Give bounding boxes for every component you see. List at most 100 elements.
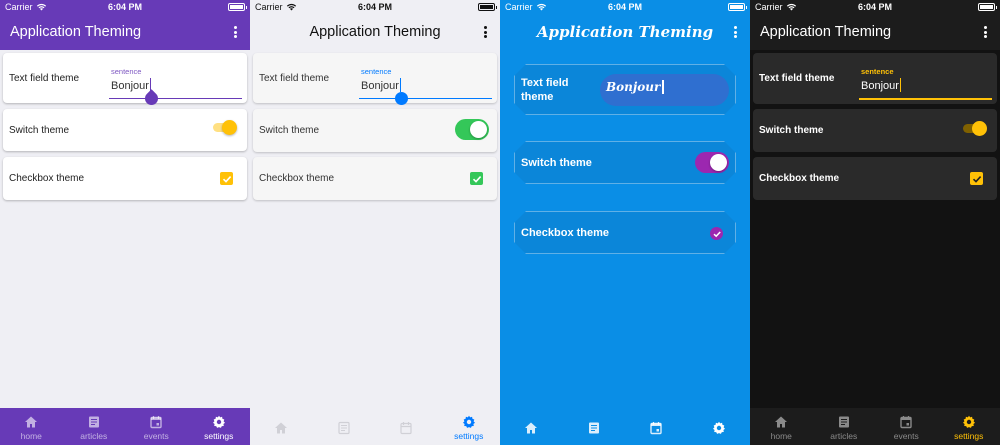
phone-custom-theme: Carrier 6:04 PM Application Theming Text… bbox=[500, 0, 750, 445]
more-vert-icon[interactable] bbox=[478, 24, 492, 40]
gear-icon bbox=[462, 415, 475, 428]
text-field-float-label: sentence bbox=[861, 67, 894, 76]
switch-card: Switch theme bbox=[3, 109, 247, 151]
tab-settings[interactable]: settings bbox=[188, 408, 251, 445]
text-field[interactable]: sentence Bonjour bbox=[109, 67, 242, 108]
tab-articles[interactable] bbox=[563, 408, 626, 445]
status-bar: Carrier 6:04 PM bbox=[0, 0, 250, 14]
theme-checkbox[interactable] bbox=[710, 227, 723, 240]
status-bar: Carrier 6:04 PM bbox=[250, 0, 500, 14]
switch-thumb bbox=[710, 154, 727, 171]
tab-home[interactable]: home bbox=[0, 408, 63, 445]
home-icon bbox=[275, 422, 288, 434]
bottom-nav: home articles events settings bbox=[750, 408, 1000, 445]
tab-settings[interactable]: settings bbox=[938, 408, 1000, 445]
tab-home[interactable] bbox=[250, 408, 313, 445]
tab-label: home bbox=[770, 431, 792, 441]
check-icon bbox=[222, 175, 231, 183]
tab-label: home bbox=[20, 431, 42, 441]
tab-articles[interactable] bbox=[313, 408, 376, 445]
status-bar: Carrier 6:04 PM bbox=[750, 0, 1000, 14]
text-field[interactable]: sentence Bonjour bbox=[859, 67, 992, 103]
checkbox-card: Checkbox theme bbox=[514, 211, 736, 254]
theme-switch[interactable] bbox=[695, 152, 729, 173]
checkbox-label: Checkbox theme bbox=[521, 226, 610, 239]
text-selection-handle[interactable] bbox=[392, 89, 411, 108]
text-field-card: Text field theme sentence Bonjour bbox=[3, 53, 247, 108]
articles-icon bbox=[88, 416, 99, 428]
app-bar: Application Theming bbox=[250, 14, 500, 50]
phone-material-theme: Carrier 6:04 PM Application Theming Text… bbox=[0, 0, 250, 445]
calendar-icon bbox=[400, 422, 412, 435]
switch-thumb bbox=[470, 121, 487, 138]
battery-icon bbox=[478, 3, 497, 11]
text-selection-handle[interactable] bbox=[142, 89, 161, 108]
tab-label: articles bbox=[830, 431, 858, 441]
home-icon bbox=[525, 422, 538, 434]
text-field-underline bbox=[109, 98, 242, 99]
text-field-card: Text field theme sentence Bonjour bbox=[753, 53, 997, 104]
app-bar: Application Theming bbox=[750, 14, 1000, 50]
tab-articles[interactable]: articles bbox=[813, 408, 876, 445]
checkbox-card: Checkbox theme bbox=[3, 157, 247, 200]
tab-label: events bbox=[893, 431, 919, 441]
text-field-value: Bonjour bbox=[111, 80, 149, 92]
checkbox-label: Checkbox theme bbox=[259, 173, 335, 184]
home-icon bbox=[25, 416, 38, 428]
gear-icon bbox=[962, 415, 975, 428]
theme-switch[interactable] bbox=[963, 121, 987, 136]
clock: 6:04 PM bbox=[107, 2, 142, 12]
tab-articles[interactable]: articles bbox=[63, 408, 126, 445]
switch-thumb bbox=[972, 121, 987, 136]
app-bar: Application Theming bbox=[500, 14, 750, 50]
text-field[interactable]: sentence Bonjour bbox=[359, 67, 492, 108]
articles-icon bbox=[588, 422, 599, 434]
tab-home[interactable]: home bbox=[750, 408, 813, 445]
more-vert-icon[interactable] bbox=[978, 24, 992, 40]
tab-events[interactable]: events bbox=[875, 408, 938, 445]
switch-label: Switch theme bbox=[521, 156, 592, 169]
tab-settings[interactable] bbox=[688, 408, 751, 445]
tab-label: settings bbox=[204, 431, 234, 441]
more-vert-icon[interactable] bbox=[728, 24, 742, 40]
text-field[interactable]: Bonjour bbox=[600, 74, 729, 106]
text-field-float-label: sentence bbox=[111, 67, 142, 76]
tab-events[interactable]: events bbox=[125, 408, 188, 445]
checkbox-label: Checkbox theme bbox=[759, 173, 840, 184]
text-field-value: Bonjour bbox=[606, 80, 661, 94]
check-icon bbox=[472, 175, 481, 183]
calendar-icon bbox=[650, 422, 662, 435]
tab-events[interactable] bbox=[625, 408, 688, 445]
text-cursor bbox=[399, 78, 402, 92]
theme-checkbox[interactable] bbox=[220, 172, 233, 185]
app-title: Application Theming bbox=[309, 24, 441, 40]
app-title: Application Theming bbox=[536, 23, 714, 41]
bottom-nav: home articles events settings bbox=[0, 408, 250, 445]
text-field-card: Text field theme Bonjour bbox=[514, 64, 736, 115]
battery-icon bbox=[978, 3, 997, 11]
bottom-nav: settings bbox=[250, 408, 500, 445]
battery-icon bbox=[728, 3, 747, 11]
theme-switch[interactable] bbox=[455, 119, 489, 140]
switch-card: Switch theme bbox=[253, 109, 497, 152]
tab-events[interactable] bbox=[375, 408, 438, 445]
tab-home[interactable] bbox=[500, 408, 563, 445]
app-bar: Application Theming bbox=[0, 14, 250, 50]
tab-label: settings bbox=[454, 431, 484, 441]
theme-checkbox[interactable] bbox=[470, 172, 483, 185]
checkbox-label: Checkbox theme bbox=[9, 173, 85, 184]
more-vert-icon[interactable] bbox=[228, 24, 242, 40]
phone-cupertino-theme: Carrier 6:04 PM Application Theming Text… bbox=[250, 0, 500, 445]
theme-checkbox[interactable] bbox=[970, 172, 983, 185]
tab-label: articles bbox=[80, 431, 108, 441]
clock: 6:04 PM bbox=[607, 2, 642, 12]
text-field-label: Text field theme bbox=[259, 72, 330, 84]
clock: 6:04 PM bbox=[357, 2, 392, 12]
checkbox-card: Checkbox theme bbox=[253, 157, 497, 200]
theme-switch[interactable] bbox=[213, 120, 237, 135]
tab-settings[interactable]: settings bbox=[438, 408, 501, 445]
battery-icon bbox=[228, 3, 247, 11]
clock: 6:04 PM bbox=[857, 2, 892, 12]
tab-label: events bbox=[143, 431, 169, 441]
text-field-underline bbox=[359, 98, 492, 99]
